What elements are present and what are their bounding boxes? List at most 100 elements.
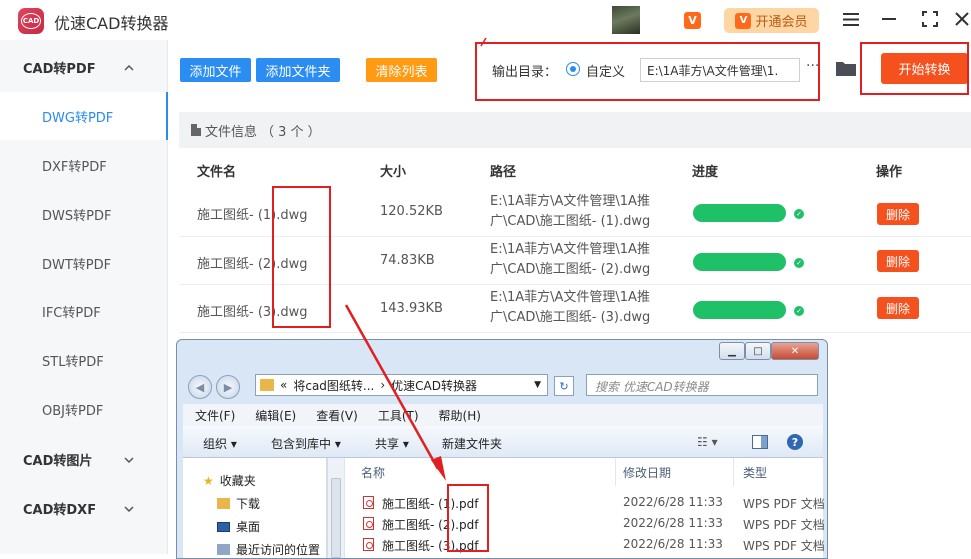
annotation-box-filenames bbox=[272, 186, 331, 328]
menu-edit[interactable]: 编辑(E) bbox=[255, 407, 296, 424]
delete-button[interactable]: 删除 bbox=[877, 203, 919, 225]
sidebar-item-dws-to-pdf[interactable]: DWS转PDF bbox=[0, 190, 168, 238]
sidebar-group-cad-to-image[interactable]: CAD转图片 bbox=[0, 437, 168, 481]
column-type[interactable]: 类型 bbox=[743, 464, 767, 481]
nav-pane-scrollbar[interactable] bbox=[327, 458, 344, 558]
nav-label: 收藏夹 bbox=[219, 474, 256, 488]
open-vip-button[interactable]: V 开通会员 bbox=[724, 8, 819, 33]
file-size: 143.93KB bbox=[380, 301, 443, 316]
column-header-name: 文件名 bbox=[197, 165, 237, 180]
minimize-icon[interactable] bbox=[878, 8, 900, 30]
explorer-maximize-icon[interactable]: □ bbox=[745, 342, 771, 360]
share-button[interactable]: 共享 ▾ bbox=[375, 435, 409, 452]
clear-list-button[interactable]: 清除列表 bbox=[366, 58, 437, 82]
chevron-down-icon bbox=[124, 502, 134, 515]
nav-label: 桌面 bbox=[236, 520, 261, 534]
download-folder-icon bbox=[217, 498, 230, 509]
menu-file[interactable]: 文件(F) bbox=[195, 407, 235, 424]
file-list-item[interactable]: 施工图纸- (1).pdf 2022/6/28 11:33 WPS PDF 文档 bbox=[345, 493, 825, 514]
pdf-file-date: 2022/6/28 11:33 bbox=[623, 495, 723, 509]
sidebar-item-obj-to-pdf[interactable]: OBJ转PDF bbox=[0, 385, 168, 433]
pdf-file-type: WPS PDF 文档 bbox=[743, 518, 825, 532]
vip-badge-icon[interactable]: V bbox=[684, 12, 701, 29]
user-avatar[interactable] bbox=[612, 6, 640, 34]
explorer-menu-bar: 文件(F) 编辑(E) 查看(V) 工具(T) 帮助(H) bbox=[183, 404, 823, 426]
address-dropdown-icon[interactable]: ▼ bbox=[534, 380, 541, 390]
preview-pane-icon[interactable] bbox=[752, 435, 768, 452]
check-icon: ✓ bbox=[794, 258, 804, 268]
file-size: 74.83KB bbox=[380, 253, 435, 268]
file-count: （ 3 个 ） bbox=[261, 124, 321, 140]
check-icon: ✓ bbox=[794, 306, 804, 316]
progress-bar bbox=[693, 204, 786, 222]
address-bar[interactable]: « 将cad图纸转... › 优速CAD转换器 ▼ bbox=[255, 374, 548, 396]
breadcrumb-current[interactable]: 优速CAD转换器 bbox=[391, 377, 477, 394]
file-list-item[interactable]: 施工图纸- (2).pdf 2022/6/28 11:33 WPS PDF 文档 bbox=[345, 514, 825, 535]
nav-recent[interactable]: 最近访问的位置 bbox=[217, 541, 320, 558]
add-file-button[interactable]: 添加文件 bbox=[180, 58, 251, 82]
sidebar-item-stl-to-pdf[interactable]: STL转PDF bbox=[0, 336, 168, 384]
include-in-library-button[interactable]: 包含到库中 ▾ bbox=[271, 435, 341, 452]
document-icon bbox=[191, 124, 201, 136]
sidebar-group-cad-to-pdf[interactable]: CAD转PDF bbox=[0, 45, 168, 89]
app-title: 优速CAD转换器 bbox=[54, 14, 169, 33]
column-separator bbox=[615, 458, 616, 486]
menu-icon[interactable] bbox=[840, 8, 862, 30]
column-date[interactable]: 修改日期 bbox=[623, 464, 671, 481]
file-path-line2: 广\CAD\施工图纸- (3).dwg bbox=[490, 310, 651, 325]
search-input[interactable]: 搜索 优速CAD转换器 bbox=[586, 374, 818, 396]
back-arrow-icon[interactable]: ◀ bbox=[188, 375, 212, 399]
explorer-minimize-icon[interactable]: ▁ bbox=[719, 342, 745, 360]
help-icon[interactable]: ? bbox=[786, 433, 804, 454]
menu-help[interactable]: 帮助(H) bbox=[439, 407, 481, 424]
maximize-icon[interactable] bbox=[919, 8, 941, 30]
star-icon: ★ bbox=[203, 473, 214, 488]
sidebar-item-dwt-to-pdf[interactable]: DWT转PDF bbox=[0, 239, 168, 287]
forward-arrow-icon[interactable]: ▶ bbox=[216, 375, 240, 399]
folder-icon bbox=[260, 379, 274, 391]
file-list-pane: 名称 修改日期 类型 施工图纸- (1).pdf 2022/6/28 11:33… bbox=[345, 458, 825, 558]
menu-tools[interactable]: 工具(T) bbox=[378, 407, 419, 424]
file-list-item[interactable]: 施工图纸- (3).pdf 2022/6/28 11:33 WPS PDF 文档 bbox=[345, 535, 825, 556]
breadcrumb-parent[interactable]: 将cad图纸转... bbox=[293, 377, 374, 394]
file-size: 120.52KB bbox=[380, 204, 443, 219]
explorer-command-bar: 组织 ▾ 包含到库中 ▾ 共享 ▾ 新建文件夹 ☷ ▾ ? bbox=[183, 426, 823, 458]
pdf-file-date: 2022/6/28 11:33 bbox=[623, 516, 723, 530]
check-icon: ✓ bbox=[794, 209, 804, 219]
pdf-file-date: 2022/6/28 11:33 bbox=[623, 537, 723, 551]
file-path-line1: E:\1A菲方\A文件管理\1A推 bbox=[490, 290, 650, 305]
delete-button[interactable]: 删除 bbox=[877, 297, 919, 319]
svg-text:?: ? bbox=[792, 436, 798, 449]
nav-desktop[interactable]: 桌面 bbox=[217, 518, 260, 535]
open-folder-icon[interactable] bbox=[836, 60, 856, 76]
file-path-line1: E:\1A菲方\A文件管理\1A推 bbox=[490, 194, 650, 209]
navigation-pane: ★ 收藏夹 下载 桌面 最近访问的位置 bbox=[183, 458, 327, 558]
file-path-line2: 广\CAD\施工图纸- (1).dwg bbox=[490, 214, 651, 229]
sidebar-item-dwg-to-pdf[interactable]: DWG转PDF bbox=[0, 92, 168, 140]
menu-view[interactable]: 查看(V) bbox=[316, 407, 358, 424]
pdf-file-type: WPS PDF 文档 bbox=[743, 539, 825, 553]
explorer-close-icon[interactable]: ✕ bbox=[771, 342, 819, 360]
pdf-icon bbox=[363, 517, 374, 530]
annotation-box-2 bbox=[860, 42, 969, 95]
close-icon[interactable] bbox=[951, 8, 971, 30]
chevron-up-icon bbox=[124, 61, 134, 74]
nav-favorites[interactable]: ★ 收藏夹 bbox=[203, 472, 256, 489]
sidebar-item-ifc-to-pdf[interactable]: IFC转PDF bbox=[0, 287, 168, 335]
add-folder-button[interactable]: 添加文件夹 bbox=[256, 58, 340, 82]
delete-button[interactable]: 删除 bbox=[877, 250, 919, 272]
scrollbar-thumb[interactable] bbox=[331, 478, 341, 558]
column-name[interactable]: 名称 bbox=[361, 464, 385, 481]
new-folder-button[interactable]: 新建文件夹 bbox=[442, 435, 502, 452]
sidebar-item-dxf-to-pdf[interactable]: DXF转PDF bbox=[0, 141, 168, 189]
open-vip-label: 开通会员 bbox=[755, 15, 808, 30]
sidebar-group-label: CAD转DXF bbox=[23, 502, 97, 518]
view-options-icon[interactable]: ☷ ▾ bbox=[697, 435, 718, 449]
address-overflow[interactable]: « bbox=[280, 378, 287, 392]
recent-places-icon bbox=[217, 544, 230, 555]
sidebar-group-cad-to-dxf[interactable]: CAD转DXF bbox=[0, 486, 168, 530]
organize-button[interactable]: 组织 ▾ bbox=[203, 435, 237, 452]
file-path: E:\1A菲方\A文件管理\1A推 广\CAD\施工图纸- (1).dwg bbox=[490, 192, 665, 232]
refresh-icon[interactable]: ↻ bbox=[554, 376, 574, 396]
nav-downloads[interactable]: 下载 bbox=[217, 495, 260, 512]
